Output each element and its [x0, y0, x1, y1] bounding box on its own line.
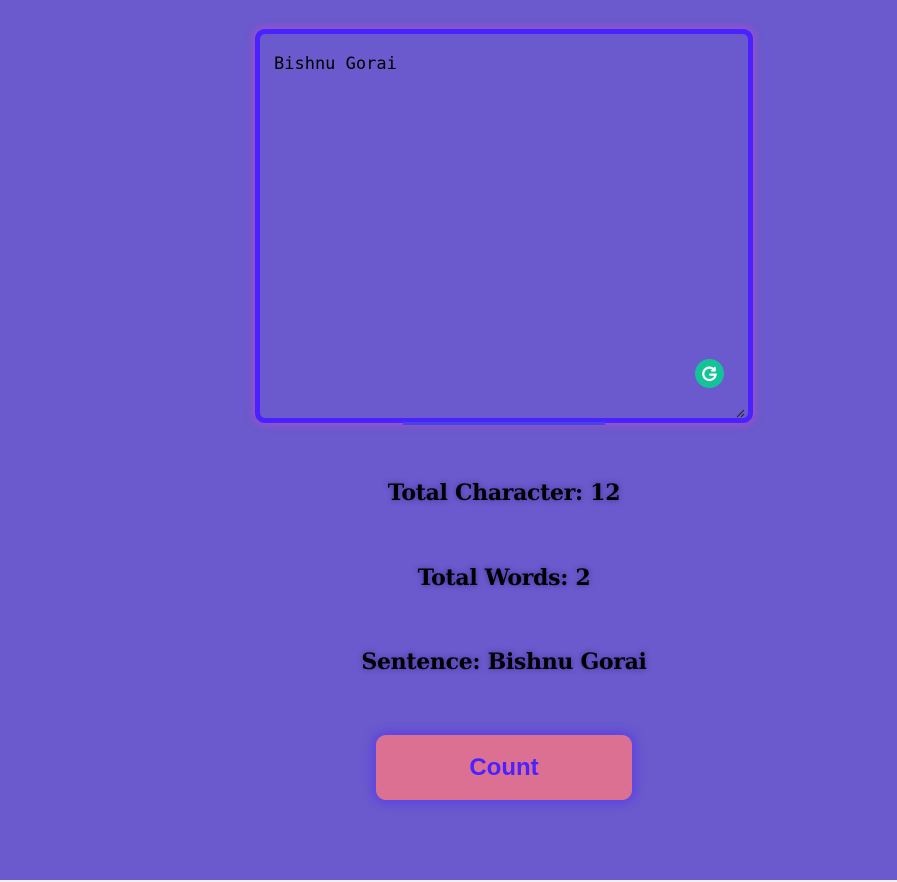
total-character-label: Total Character: 12 — [387, 480, 621, 506]
total-words-label: Total Words: 2 — [417, 565, 591, 591]
grammarly-icon[interactable] — [695, 359, 724, 388]
count-button[interactable]: Count — [376, 735, 632, 800]
text-editor[interactable] — [255, 29, 753, 423]
resize-grip-icon[interactable] — [735, 405, 745, 418]
sentence-label: Sentence: Bishnu Gorai — [361, 649, 647, 675]
text-input[interactable] — [260, 34, 748, 418]
editor-underline — [403, 422, 605, 425]
